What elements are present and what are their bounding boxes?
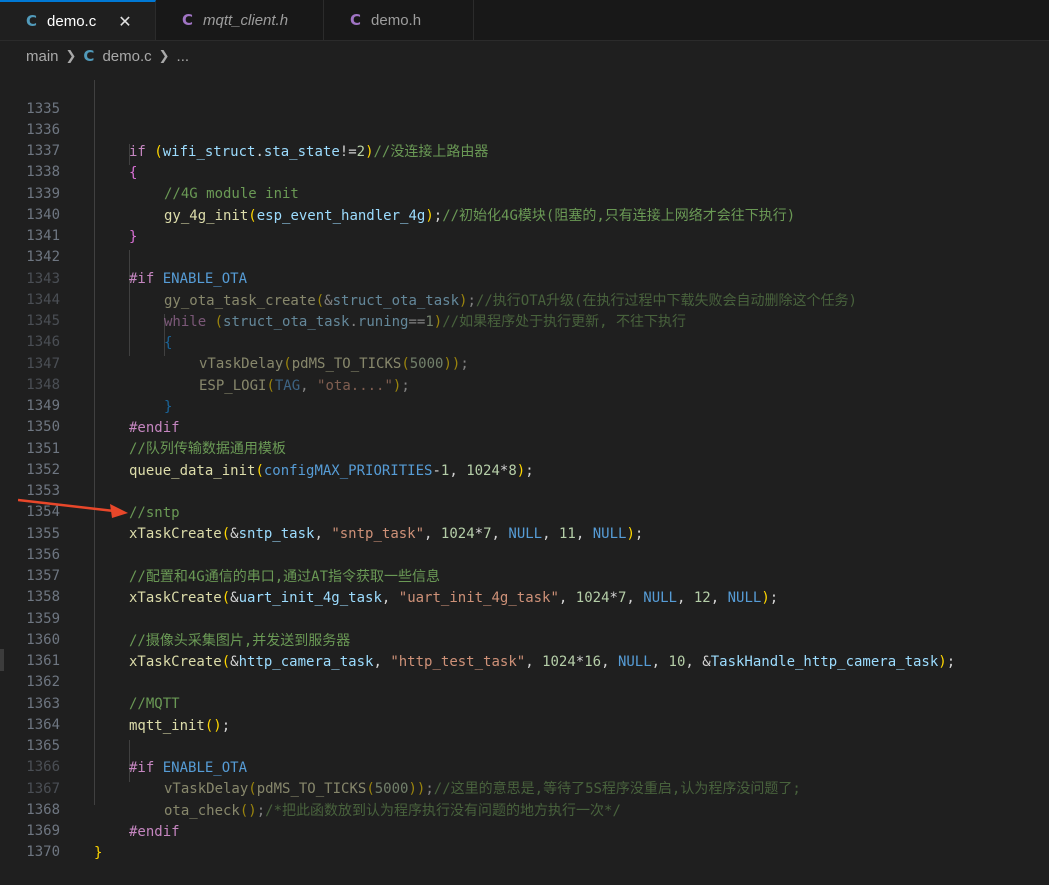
tab-label: mqtt_client.h [203, 11, 289, 29]
editor-tab-bar: C demo.c ✕ C mqtt_client.h C demo.h [0, 0, 1049, 41]
code-line: 1357 xTaskCreate(&uart_init_4g_task, "ua… [0, 545, 1049, 605]
breadcrumb-more[interactable]: ... [177, 48, 190, 65]
breadcrumb-file[interactable]: demo.c [102, 48, 151, 65]
code-line: 1369 } [0, 800, 1049, 860]
code-line: 1364 [0, 694, 1049, 733]
code-line: 1360 xTaskCreate(&http_camera_task, "htt… [0, 609, 1049, 669]
code-line: 1340 } [0, 184, 1049, 244]
code-line: 1341 [0, 205, 1049, 244]
code-line: 1337 { [0, 120, 1049, 180]
code-line: 1345 { [0, 290, 1049, 350]
tab-demo-h[interactable]: C demo.h [324, 0, 474, 40]
code-line: 1347 ESP_LOGI(TAG, "ota...."); [0, 333, 1049, 393]
code-line: 1349 #endif [0, 375, 1049, 435]
code-line: 1362 //MQTT [0, 651, 1049, 711]
header-file-icon: C [350, 11, 362, 29]
code-line: 1352 [0, 439, 1049, 478]
code-line: 1351 queue_data_init(configMAX_PRIORITIE… [0, 418, 1049, 478]
code-line: 1339 gy_4g_init(esp_event_handler_4g);//… [0, 163, 1049, 223]
code-line: 1363 mqtt_init(); [0, 673, 1049, 733]
code-line: 1368 #endif [0, 779, 1049, 839]
c-file-icon: C [26, 12, 38, 30]
code-line: 1370 [0, 821, 1049, 860]
chevron-right-icon: ❯ [65, 48, 77, 64]
tab-label: demo.c [47, 12, 97, 30]
tab-demo-c[interactable]: C demo.c ✕ [0, 0, 156, 40]
code-line: 1343 gy_ota_task_create(&struct_ota_task… [0, 248, 1049, 308]
code-line: 1336 if (wifi_struct.sta_state!=2)//没连接上… [0, 99, 1049, 159]
code-line: 1366 vTaskDelay(pdMS_TO_TICKS(5000));//这… [0, 736, 1049, 796]
code-line: 1353 //sntp [0, 460, 1049, 520]
code-line: 1356 //配置和4G通信的串口,通过AT指令获取一些信息 [0, 524, 1049, 584]
code-line: 1361 [0, 630, 1049, 669]
code-line: 1338 //4G module init [0, 141, 1049, 201]
code-line: 1346 vTaskDelay(pdMS_TO_TICKS(5000)); [0, 311, 1049, 371]
line-code: } [94, 844, 103, 861]
code-line: 1365 #if ENABLE_OTA [0, 715, 1049, 775]
code-line: 1335 [0, 78, 1049, 117]
tab-mqtt-client-h[interactable]: C mqtt_client.h [156, 0, 324, 40]
close-icon[interactable]: ✕ [118, 12, 131, 31]
code-line: 1358 [0, 566, 1049, 605]
c-file-icon: C [83, 47, 95, 65]
annotation-arrow-icon [18, 498, 128, 518]
code-line: 1355 [0, 503, 1049, 542]
code-line: 1367 ota_check();/*把此函数放到认为程序执行没有问题的地方执行… [0, 758, 1049, 818]
breadcrumb: main ❯ C demo.c ❯ ... [0, 41, 1049, 71]
code-line: 1348 } [0, 354, 1049, 414]
chevron-right-icon: ❯ [158, 48, 170, 64]
line-number: 1370 [26, 844, 60, 861]
code-line: 1350 //队列传输数据通用模板 [0, 396, 1049, 456]
code-line: 1359 //摄像头采集图片,并发送到服务器 [0, 588, 1049, 648]
code-line: 1354 xTaskCreate(&sntp_task, "sntp_task"… [0, 481, 1049, 541]
tab-label: demo.h [371, 11, 422, 29]
code-editor[interactable]: 1335 1336 if (wifi_struct.sta_state!=2)/… [0, 78, 1049, 861]
header-file-icon: C [182, 11, 194, 29]
code-line: 1344 while (struct_ota_task.runing==1)//… [0, 269, 1049, 329]
breadcrumb-folder[interactable]: main [26, 48, 59, 65]
code-line: 1342 #if ENABLE_OTA [0, 226, 1049, 286]
